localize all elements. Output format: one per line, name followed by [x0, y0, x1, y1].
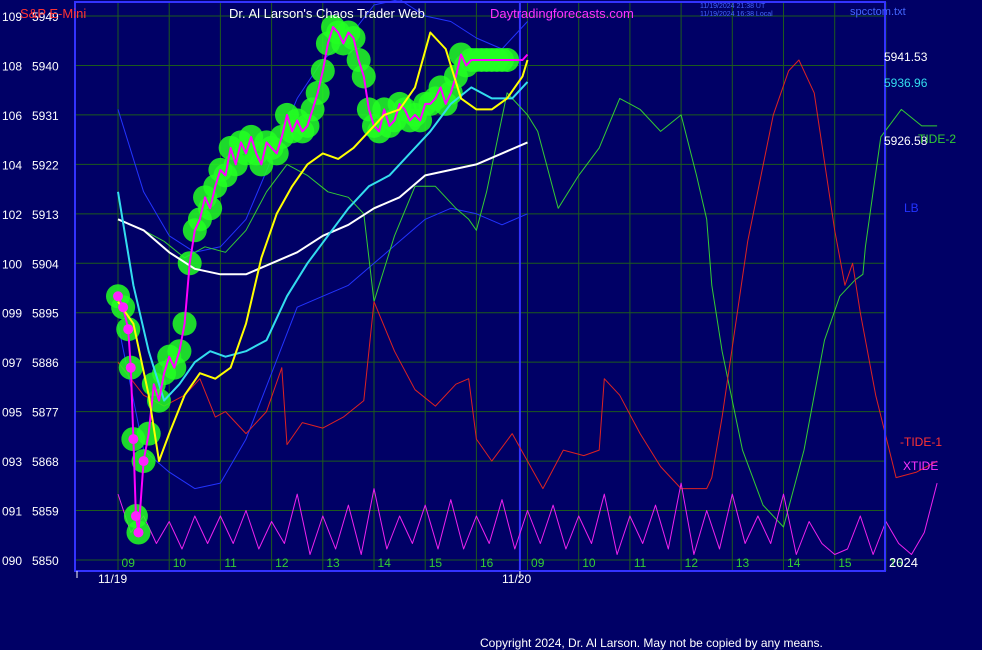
x-tick-label: 10	[173, 556, 187, 570]
y-tick-label-price: 5868	[32, 455, 59, 469]
legend-tide2: TIDE-2	[918, 132, 956, 146]
date-label: 11/19	[98, 572, 127, 586]
legend-xtide: XTIDE	[903, 459, 938, 473]
x-tick-label: 09	[531, 556, 545, 570]
y-tick-label-left: 104	[2, 158, 22, 172]
y-tick-label-left: 106	[2, 109, 22, 123]
x-tick-label: 12	[685, 556, 699, 570]
file-label: spcctom.txt	[850, 6, 906, 18]
chart-title: Dr. Al Larson's Chaos Trader Web	[229, 6, 425, 21]
y-tick-label-left: 102	[2, 208, 22, 222]
y-tick-label-price: 5922	[32, 158, 59, 172]
price-marker	[123, 324, 134, 335]
price-marker	[128, 434, 139, 445]
date-label: 11/20	[502, 572, 531, 586]
y-tick-label-left: 095	[2, 406, 22, 420]
x-tick-label: 10	[582, 556, 596, 570]
y-tick-label-price: 5895	[32, 307, 59, 321]
y-tick-label-price: 5904	[32, 257, 59, 271]
site-link[interactable]: Daytradingforecasts.com	[490, 6, 634, 21]
x-tick-label: 15	[838, 556, 852, 570]
x-tick-label: 14	[378, 556, 392, 570]
copyright-notice: Copyright 2024, Dr. Al Larson. May not b…	[480, 636, 823, 650]
timestamp-local: 11/19/2024 16:38 Local	[700, 11, 773, 18]
symbol-label: S&P E-Mini	[20, 6, 86, 21]
x-tick-label: 09	[122, 556, 136, 570]
x-tick-label: 13	[326, 556, 340, 570]
y-tick-label-price: 5931	[32, 109, 59, 123]
y-tick-label-left: 108	[2, 59, 22, 73]
y-tick-label-price: 5859	[32, 505, 59, 519]
legend-lb: LB	[904, 201, 919, 215]
x-tick-label: 15	[429, 556, 443, 570]
x-tick-label: 12	[275, 556, 289, 570]
price-marker	[133, 527, 144, 538]
year-label: 2024	[889, 555, 918, 570]
y-tick-label-price: 5886	[32, 356, 59, 370]
x-tick-label: 14	[787, 556, 801, 570]
value-label-1: 5941.53	[884, 50, 928, 64]
value-label-2: 5936.96	[884, 76, 928, 90]
chaos-trader-chart: 109 5949108 5940106 5931104 5922102 5913100 59…	[0, 0, 982, 650]
y-tick-label-left: 090	[2, 554, 22, 568]
x-tick-label: 16	[480, 556, 494, 570]
x-tick-label: 11	[634, 556, 647, 570]
y-tick-label-price: 5877	[32, 406, 59, 420]
y-tick-label-left: 091	[2, 505, 22, 519]
price-marker	[113, 291, 123, 302]
price-marker	[118, 302, 129, 313]
x-tick-label: 13	[736, 556, 750, 570]
price-marker	[138, 456, 149, 467]
y-tick-label-left: 097	[2, 356, 22, 370]
y-tick-label-left: 100	[2, 257, 22, 271]
legend-tide1: -TIDE-1	[900, 435, 942, 449]
y-tick-label-left: 093	[2, 455, 22, 469]
y-tick-label-left: 099	[2, 307, 22, 321]
y-tick-label-price: 5913	[32, 208, 59, 222]
x-tick-label: 11	[224, 556, 237, 570]
y-tick-label-price: 5940	[32, 59, 59, 73]
timestamp-ut: 11/19/2024 21:38 UT	[700, 3, 766, 10]
price-marker	[125, 362, 136, 373]
price-marker	[130, 511, 141, 522]
y-tick-label-price: 5850	[32, 554, 59, 568]
